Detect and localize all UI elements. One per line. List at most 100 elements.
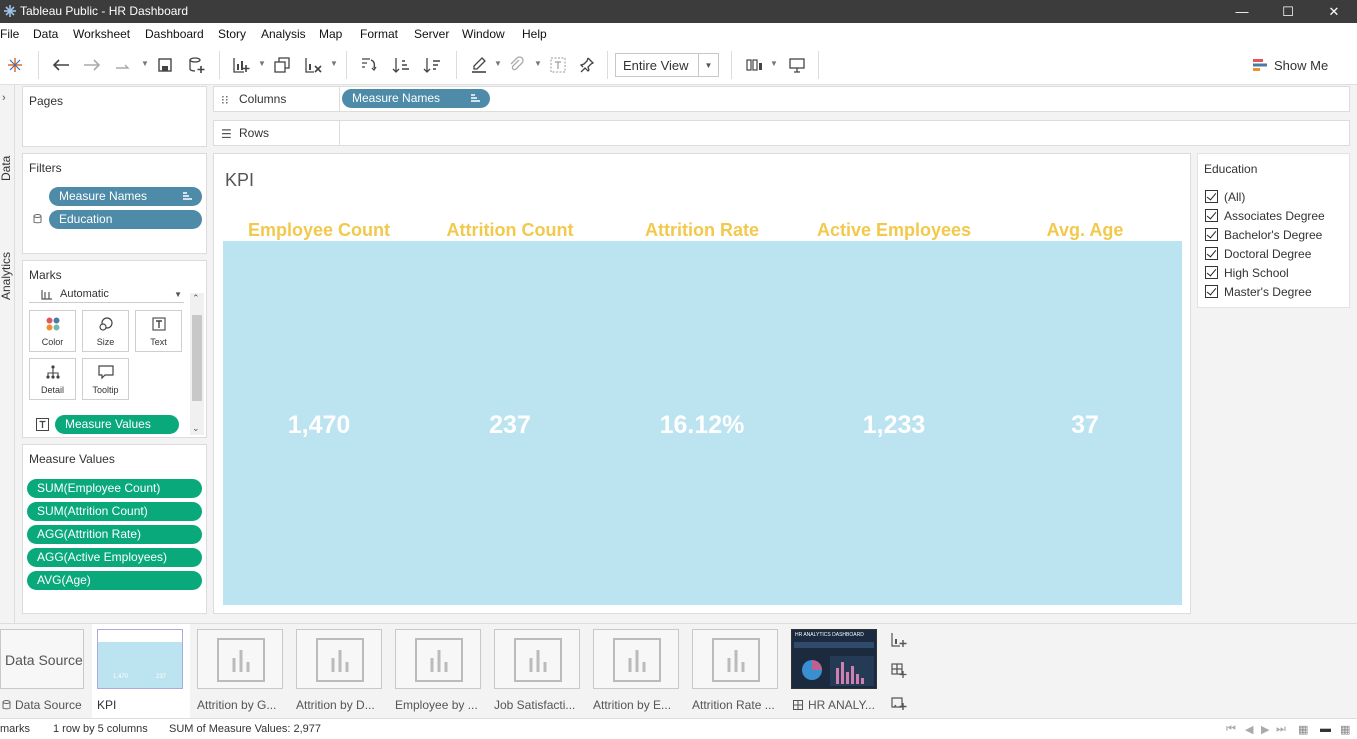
previous-sheet-icon[interactable]: ◀ (1245, 723, 1253, 736)
filter-pill-education[interactable]: Education (49, 210, 202, 229)
show-mark-labels-icon[interactable] (547, 54, 569, 76)
menu-help[interactable]: Help (522, 27, 547, 41)
measure-values-card[interactable]: Measure Values SUM(Employee Count) SUM(A… (22, 444, 207, 614)
fix-axes-icon[interactable] (577, 54, 599, 76)
filter-option-high-school[interactable]: High School (1205, 264, 1289, 281)
show-tabs-icon[interactable]: ▬ (1320, 723, 1331, 735)
tooltip-button[interactable]: Tooltip (82, 358, 129, 400)
columns-shelf[interactable]: ⁝⁝ Columns Measure Names (213, 86, 1350, 112)
filter-pill-measure-names[interactable]: Measure Names (49, 187, 202, 206)
tab-data-source[interactable]: Data Source Data Source (0, 624, 88, 718)
menu-server[interactable]: Server (414, 27, 449, 41)
last-sheet-icon[interactable]: ⏭ (1276, 723, 1286, 736)
measure-pill-attrition-rate[interactable]: AGG(Attrition Rate) (27, 525, 202, 544)
next-sheet-icon[interactable]: ▶ (1261, 723, 1269, 736)
analytics-tab[interactable]: Analytics (0, 252, 13, 300)
filter-option-masters[interactable]: Master's Degree (1205, 283, 1312, 300)
group-members-caret-icon[interactable]: ▼ (534, 59, 542, 68)
menu-format[interactable]: Format (360, 27, 398, 41)
menu-dashboard[interactable]: Dashboard (145, 27, 204, 41)
first-sheet-icon[interactable]: ⏮ (1226, 723, 1236, 736)
rows-shelf[interactable]: ☰ Rows (213, 120, 1350, 146)
maximize-button[interactable]: ☐ (1265, 0, 1311, 23)
checkbox[interactable] (1205, 190, 1218, 203)
show-cards-caret-icon[interactable]: ▼ (770, 59, 778, 68)
undo-icon[interactable] (50, 54, 72, 76)
checkbox[interactable] (1205, 285, 1218, 298)
new-worksheet-tab-icon[interactable] (891, 632, 907, 651)
tab-employee-by[interactable]: Employee by ... (390, 624, 486, 718)
tab-hr-analytics-dashboard[interactable]: HR ANALYTICS DASHBOARD HR ANALY... (786, 624, 882, 718)
clear-sheet-icon[interactable] (302, 54, 324, 76)
filter-option-bachelors[interactable]: Bachelor's Degree (1205, 226, 1322, 243)
scroll-up-icon[interactable]: ⌃ (192, 293, 200, 304)
filters-card[interactable]: Filters Measure Names Education (22, 153, 207, 254)
tab-job-satisfaction[interactable]: Job Satisfacti... (489, 624, 585, 718)
kpi-value-employee-count[interactable]: 1,470 (224, 411, 414, 440)
marks-card[interactable]: Marks Automatic ▼ ⌃ ⌄ Color Size Text De… (22, 260, 207, 438)
new-worksheet-icon[interactable] (230, 54, 252, 76)
filter-option-associates[interactable]: Associates Degree (1205, 207, 1325, 224)
measure-pill-attrition-count[interactable]: SUM(Attrition Count) (27, 502, 202, 521)
data-tab[interactable]: Data (0, 156, 13, 181)
kpi-value-avg-age[interactable]: 37 (990, 411, 1180, 440)
tab-attrition-by-gender[interactable]: Attrition by G... (192, 624, 288, 718)
show-me-button[interactable]: Show Me (1252, 56, 1328, 74)
replay-icon[interactable] (112, 54, 134, 76)
swap-rows-columns-icon[interactable] (357, 54, 379, 76)
menu-data[interactable]: Data (33, 27, 58, 41)
duplicate-icon[interactable] (271, 54, 293, 76)
fit-view-dropdown[interactable]: Entire View ▼ (615, 53, 719, 77)
redo-icon[interactable] (81, 54, 103, 76)
new-dashboard-tab-icon[interactable] (891, 663, 907, 682)
new-data-source-icon[interactable] (186, 54, 208, 76)
tab-attrition-rate[interactable]: Attrition Rate ... (687, 624, 783, 718)
new-worksheet-caret-icon[interactable]: ▼ (258, 59, 266, 68)
show-filmstrip-icon[interactable]: ▦ (1298, 723, 1308, 736)
minimize-button[interactable]: — (1219, 0, 1265, 23)
measure-pill-employee-count[interactable]: SUM(Employee Count) (27, 479, 202, 498)
measure-pill-avg-age[interactable]: AVG(Age) (27, 571, 202, 590)
filter-option-all[interactable]: (All) (1205, 188, 1245, 205)
tableau-start-icon[interactable] (4, 54, 26, 76)
show-sheet-sorter-icon[interactable]: ▦ (1340, 723, 1350, 736)
menu-analysis[interactable]: Analysis (261, 27, 306, 41)
filter-option-doctoral[interactable]: Doctoral Degree (1205, 245, 1311, 262)
save-icon[interactable] (154, 54, 176, 76)
mark-type-dropdown[interactable]: Automatic ▼ (29, 287, 184, 303)
clear-sheet-caret-icon[interactable]: ▼ (330, 59, 338, 68)
new-story-tab-icon[interactable] (891, 695, 907, 714)
menu-worksheet[interactable]: Worksheet (73, 27, 130, 41)
text-button[interactable]: Text (135, 310, 182, 352)
checkbox[interactable] (1205, 266, 1218, 279)
pages-card[interactable]: Pages (22, 86, 207, 147)
sort-ascending-icon[interactable] (390, 54, 412, 76)
kpi-value-attrition-count[interactable]: 237 (415, 411, 605, 440)
group-members-icon[interactable] (506, 54, 528, 76)
highlight-caret-icon[interactable]: ▼ (494, 59, 502, 68)
menu-window[interactable]: Window (462, 27, 505, 41)
kpi-value-attrition-rate[interactable]: 16.12% (607, 411, 797, 440)
marks-pill-measure-values[interactable]: Measure Values (55, 415, 179, 434)
tab-attrition-by-education[interactable]: Attrition by E... (588, 624, 684, 718)
checkbox[interactable] (1205, 209, 1218, 222)
size-button[interactable]: Size (82, 310, 129, 352)
detail-button[interactable]: Detail (29, 358, 76, 400)
tab-kpi[interactable]: 1,470 237 KPI (92, 624, 190, 718)
color-button[interactable]: Color (29, 310, 76, 352)
menu-map[interactable]: Map (319, 27, 342, 41)
scroll-down-icon[interactable]: ⌄ (192, 423, 200, 434)
highlight-icon[interactable] (468, 54, 490, 76)
replay-caret-icon[interactable]: ▼ (141, 59, 149, 68)
marks-scrollbar[interactable]: ⌃ ⌄ (190, 293, 204, 435)
measure-pill-active-employees[interactable]: AGG(Active Employees) (27, 548, 202, 567)
chevron-down-icon[interactable]: ▼ (698, 54, 718, 76)
tab-attrition-by-department[interactable]: Attrition by D... (291, 624, 387, 718)
checkbox[interactable] (1205, 228, 1218, 241)
checkbox[interactable] (1205, 247, 1218, 260)
sort-descending-icon[interactable] (421, 54, 443, 76)
expand-arrow-icon[interactable]: › (2, 92, 6, 104)
chevron-down-icon[interactable]: ▼ (174, 290, 182, 299)
menu-story[interactable]: Story (218, 27, 246, 41)
columns-pill-measure-names[interactable]: Measure Names (342, 89, 490, 108)
